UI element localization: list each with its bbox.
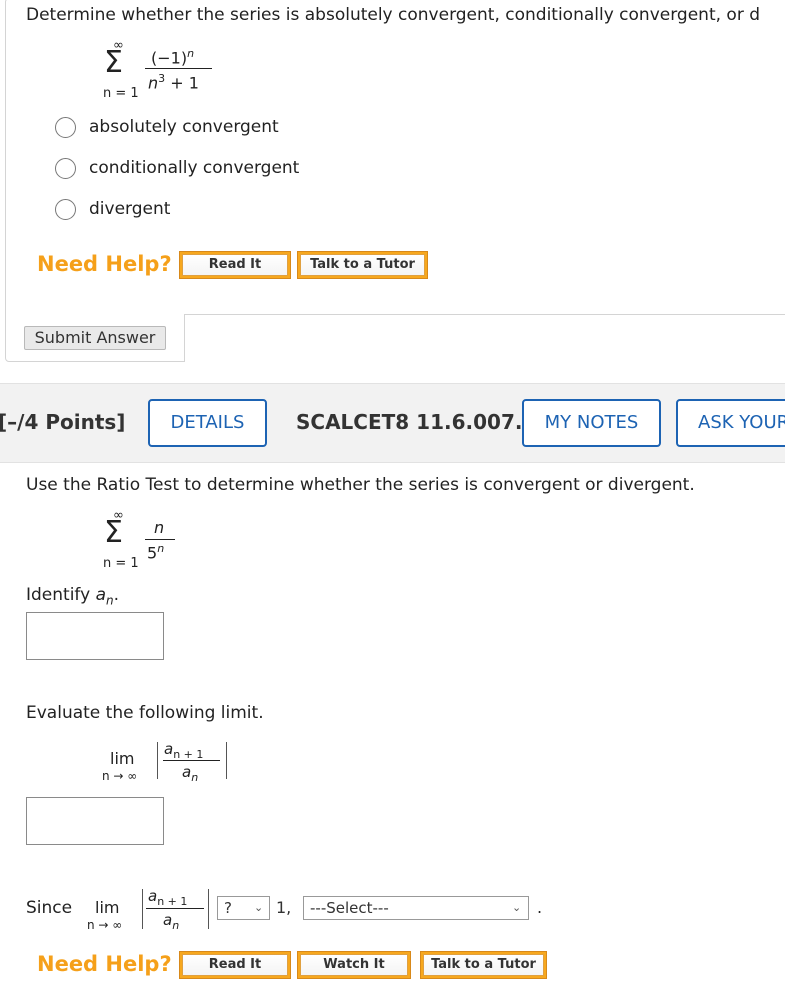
read-it-button[interactable]: Read It [179,251,291,279]
identify-label: Identify an. [26,585,120,608]
since-abs-bar-right [208,889,209,929]
my-notes-button[interactable]: MY NOTES [522,399,661,447]
q2-sigma-lower: n = 1 [103,556,139,571]
q2-numerator: n [154,518,165,537]
frac-denominator: an [182,763,199,784]
since-frac-numerator: an + 1 [148,887,188,908]
problem-id: SCALCET8 11.6.007. [296,410,523,434]
talk-to-tutor-button[interactable]: Talk to a Tutor [297,251,428,279]
lim-subscript: n → ∞ [102,769,138,783]
limit-answer-input[interactable] [26,797,164,845]
radio-conditionally-convergent[interactable] [55,158,76,179]
abs-bar-left [157,742,158,779]
chevron-down-icon: ⌄ [254,901,264,914]
watch-it-button[interactable]: Watch It [297,951,411,979]
since-abs-bar-left [142,889,143,929]
since-lim-subscript: n → ∞ [87,918,123,932]
details-button[interactable]: DETAILS [148,399,267,447]
q2-sigma: Σ [104,515,123,550]
q1-fraction-line [145,68,212,69]
need-help-label: Need Help? [37,952,172,976]
option-label: divergent [89,199,171,219]
an-answer-input[interactable] [26,612,164,660]
option-label: absolutely convergent [89,117,279,137]
submission-area [184,314,785,362]
q1-sigma-lower: n = 1 [103,86,139,101]
q1-prompt: Determine whether the series is absolute… [26,5,760,25]
since-lim-text: lim [95,898,120,917]
read-it-button[interactable]: Read It [179,951,291,979]
abs-bar-right [226,742,227,779]
q2-prompt: Use the Ratio Test to determine whether … [26,475,695,495]
radio-absolutely-convergent[interactable] [55,117,76,138]
ask-your-teacher-button[interactable]: ASK YOUR [676,399,785,447]
evaluate-label: Evaluate the following limit. [26,703,264,723]
need-help-label: Need Help? [37,252,172,276]
since-frac-denominator: an [163,911,180,932]
q2-denominator: 5n [147,542,165,563]
one-label: 1, [276,898,292,917]
frac-numerator: an + 1 [164,740,204,761]
conclusion-select[interactable]: ---Select--- ⌄ [303,896,529,920]
q1-sigma: Σ [104,45,123,80]
lim-text: lim [110,749,135,768]
radio-divergent[interactable] [55,199,76,220]
since-fraction-line [146,908,204,909]
submit-answer-button[interactable]: Submit Answer [24,326,166,350]
q2-fraction-line [145,539,175,540]
points-label: [–/4 Points] [0,410,126,434]
option-label: conditionally convergent [89,158,300,178]
since-label: Since [26,898,73,918]
chevron-down-icon: ⌄ [512,901,522,914]
limit-fraction-line [163,760,220,761]
q1-numerator: (−1)n [151,47,195,68]
talk-to-tutor-button[interactable]: Talk to a Tutor [420,951,547,979]
q1-denominator: n3 + 1 [148,72,199,93]
comparison-select[interactable]: ? ⌄ [217,896,270,920]
period-label: . [537,898,543,917]
